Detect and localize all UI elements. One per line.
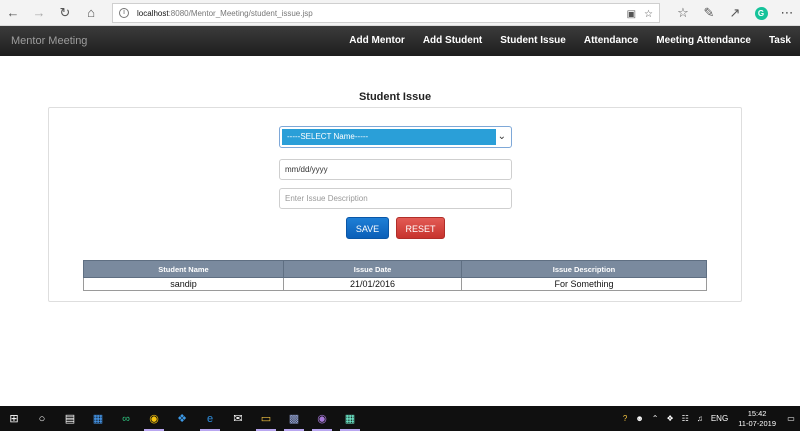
dropbox-tray-icon[interactable]: ❖ [663,414,678,423]
nav-task[interactable]: Task [760,26,800,56]
forward-icon[interactable]: → [26,0,52,26]
back-icon[interactable]: ← [0,0,26,26]
clock-time: 15:42 [747,408,767,418]
mail-icon[interactable]: ✉ [224,406,252,431]
nav-add-student[interactable]: Add Student [414,26,491,56]
help-icon[interactable]: ? [619,414,631,423]
dropbox-icon[interactable]: ❖ [168,406,196,431]
file-explorer-icon[interactable]: ▭ [252,406,280,431]
info-icon[interactable]: i [119,8,129,18]
windows-taskbar: ⊞ ○ ▤ ▦ ∞ ◉ ❖ e ✉ ▭ ▩ ◉ ▦ ? ☻ ⌃ ❖ ☷ ♫ EN… [0,406,800,431]
chevron-up-icon[interactable]: ⌃ [648,414,663,423]
windows-start-icon[interactable]: ⊞ [0,406,28,431]
column-header-issue-date: Issue Date [283,260,462,278]
store-icon[interactable]: ▦ [84,406,112,431]
column-header-student-name: Student Name [83,260,284,278]
favorites-hub-icon[interactable]: ☆ [670,0,696,26]
nav-attendance[interactable]: Attendance [575,26,647,56]
chevron-down-icon: ⌄ [497,131,506,142]
app-navbar: Mentor Meeting Add Mentor Add Student St… [0,26,800,56]
address-bar[interactable]: i localhost:8080/Mentor_Meeting/student_… [112,3,660,23]
task-view-icon[interactable]: ▤ [56,406,84,431]
cell-issue-description: For Something [461,277,707,291]
share-icon[interactable]: ↗ [722,0,748,26]
url-host: localhost [137,8,169,18]
save-button[interactable]: SAVE [346,217,389,239]
grammarly-extension[interactable]: G [748,0,774,26]
home-icon[interactable]: ⌂ [78,0,104,26]
page-title: Student Issue [358,91,432,103]
people-icon[interactable]: ☻ [631,414,647,423]
issue-date-field[interactable] [279,159,512,180]
reset-button[interactable]: RESET [396,217,445,239]
issue-description-field[interactable] [279,188,512,209]
pen-icon[interactable]: ✎ [696,0,722,26]
nav-student-issue[interactable]: Student Issue [491,26,575,56]
infinity-app-icon[interactable]: ∞ [112,406,140,431]
network-icon[interactable]: ☷ [678,414,693,423]
notification-icon[interactable]: ▭ [782,406,800,431]
app-window-icon[interactable]: ▩ [280,406,308,431]
more-icon[interactable]: ⋯ [774,0,800,26]
brand-title[interactable]: Mentor Meeting [11,35,87,47]
refresh-icon[interactable]: ↻ [52,0,78,26]
table-header-row: Student Name Issue Date Issue Descriptio… [83,260,707,278]
grammarly-icon: G [754,6,768,20]
cell-student-name: sandip [83,277,284,291]
select-value: -----SELECT Name----- [282,129,496,145]
issues-table: Student Name Issue Date Issue Descriptio… [83,260,707,291]
edge-icon[interactable]: e [196,406,224,431]
volume-icon[interactable]: ♫ [693,414,707,423]
clock[interactable]: 15:42 11-07-2019 [732,409,782,429]
eclipse-icon[interactable]: ◉ [308,406,336,431]
browser-toolbar: ← → ↻ ⌂ i localhost:8080/Mentor_Meeting/… [0,0,800,26]
search-icon[interactable]: ○ [28,406,56,431]
language-indicator[interactable]: ENG [707,414,732,423]
chrome-icon[interactable]: ◉ [140,406,168,431]
column-header-issue-description: Issue Description [461,260,707,278]
system-tray: ? ☻ ⌃ ❖ ☷ ♫ ENG 15:42 11-07-2019 ▭ [619,406,800,431]
cell-issue-date: 21/01/2016 [283,277,462,291]
url-path: :8080/Mentor_Meeting/student_issue.jsp [168,8,313,18]
clock-date: 11-07-2019 [738,418,776,428]
table-row: sandip 21/01/2016 For Something [83,277,707,291]
nav-meeting-attendance[interactable]: Meeting Attendance [647,26,760,56]
favorite-star-icon[interactable]: ☆ [644,9,653,20]
student-name-select[interactable]: -----SELECT Name----- ⌄ [279,126,512,148]
notepad-icon[interactable]: ▦ [336,406,364,431]
reading-view-icon[interactable]: ▣ [627,9,636,20]
nav-add-mentor[interactable]: Add Mentor [340,26,414,56]
nav-menu: Add Mentor Add Student Student Issue Att… [340,26,800,56]
